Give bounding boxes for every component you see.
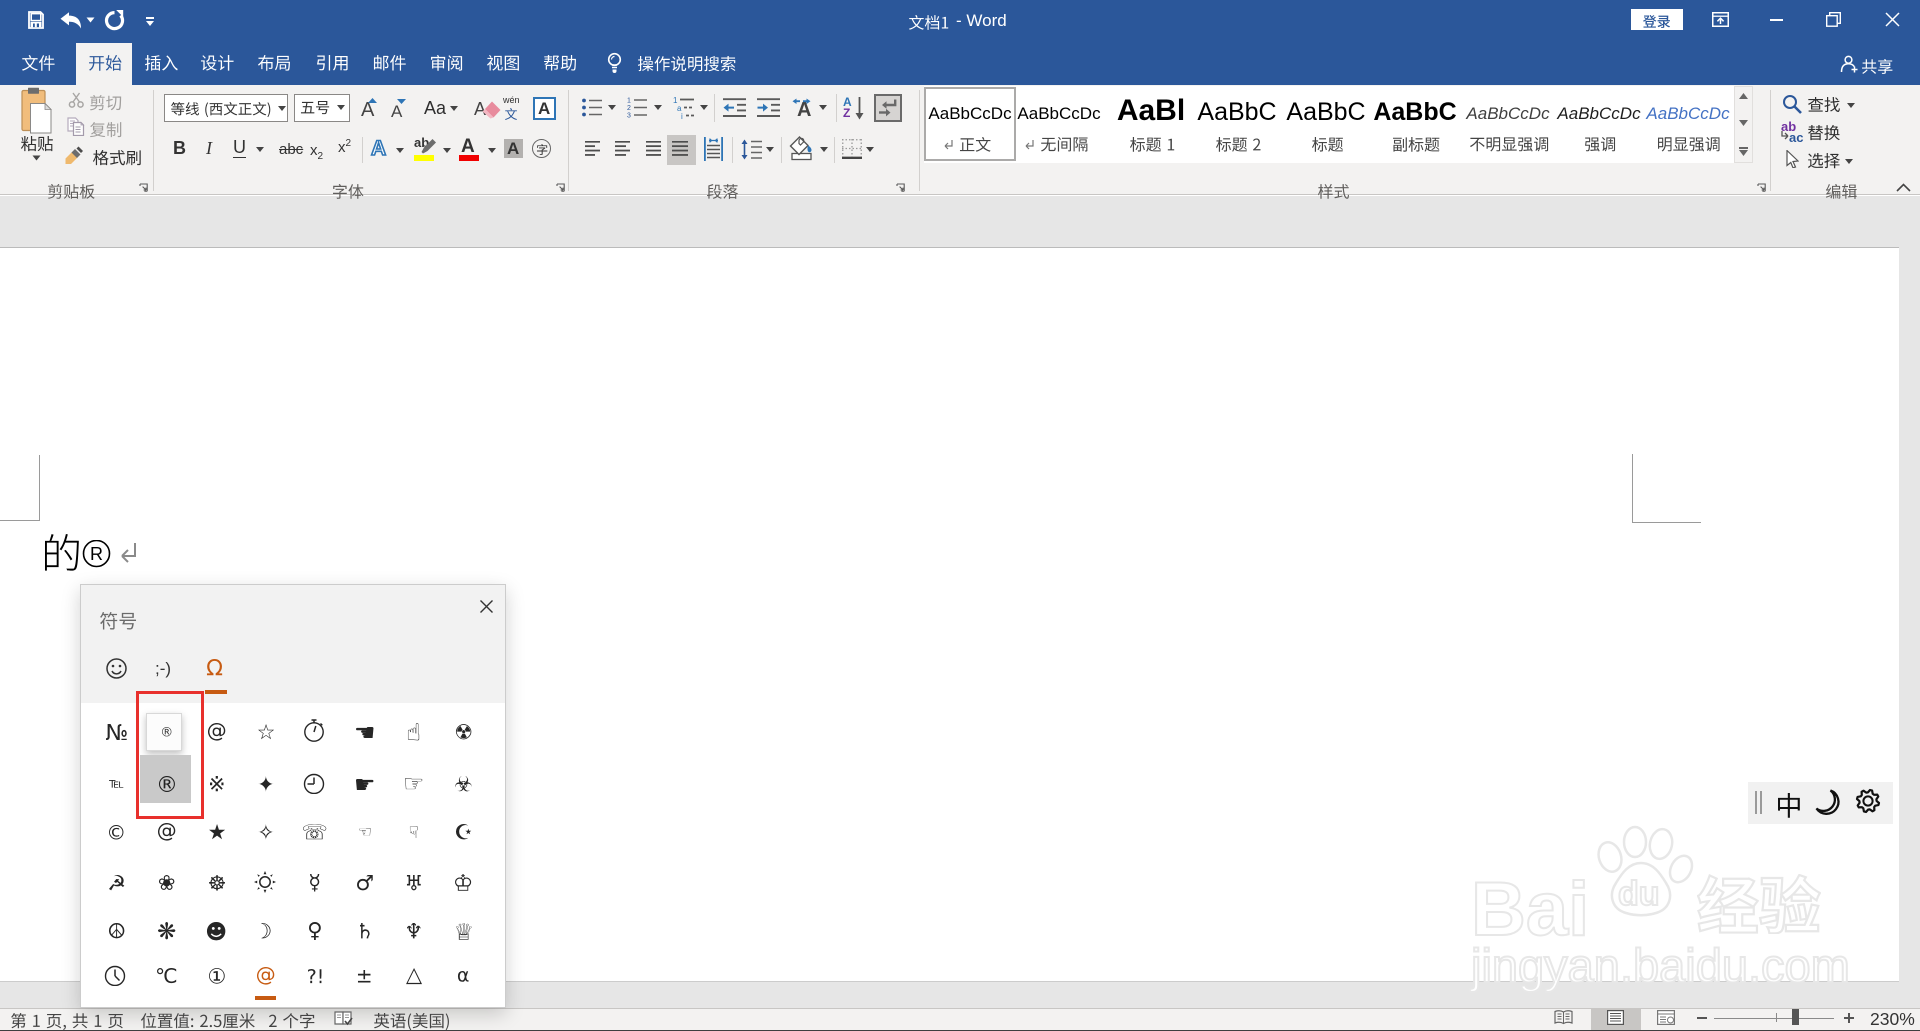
svg-text:du: du [1618, 875, 1660, 913]
svg-text:i: i [681, 112, 683, 119]
svg-text:3: 3 [627, 113, 631, 120]
svg-text:1: 1 [627, 98, 631, 105]
svg-text:2: 2 [627, 105, 631, 112]
svg-text:R: R [90, 544, 103, 564]
